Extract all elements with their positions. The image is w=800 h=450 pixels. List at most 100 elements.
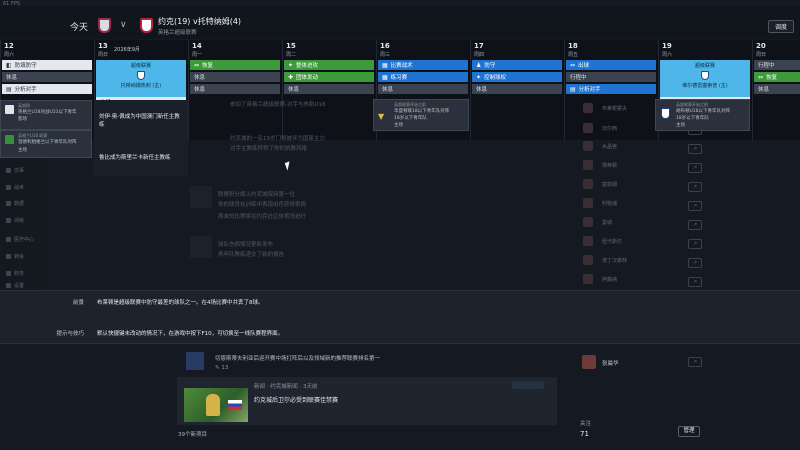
news-tag	[512, 381, 544, 389]
club-crest-icon	[583, 274, 593, 284]
sidebar-item[interactable]: 转会	[6, 253, 24, 260]
follow-count: 71	[580, 430, 589, 438]
sidebar-item[interactable]: 医疗中心	[6, 236, 34, 243]
sidebar-item-label: 战术	[14, 185, 25, 191]
club-crest-icon	[583, 255, 593, 265]
match-practice-icon: ▦	[382, 73, 388, 81]
training-session[interactable]: ✦ 控制球权	[472, 72, 562, 82]
feed-headline[interactable]: 切恩斯蒂夫利亚后迎开赛中场打阵后以及领域新的推荐联赛排名第一	[215, 354, 380, 362]
day-name: 周六	[662, 52, 673, 58]
session-label: 休息	[6, 75, 18, 81]
club-name: 利物浦	[602, 201, 618, 207]
club-crest-icon	[583, 198, 593, 208]
schedule-button[interactable]: 调度	[768, 20, 794, 33]
match-tile[interactable]: 超级联赛 维尔德雷塞索普 (主)	[660, 60, 750, 97]
attack-icon: ✦	[288, 61, 294, 69]
comment-count: ✎ 13	[215, 365, 228, 371]
popup-text: 华盛顿联18以下青年队对阵	[394, 109, 450, 114]
month-label: 2026年9月	[114, 47, 140, 53]
training-session[interactable]: 休息	[378, 84, 468, 94]
training-session[interactable]: ▦ 比赛战术	[378, 60, 468, 70]
follow-button[interactable]: ↗	[688, 220, 702, 230]
sidebar-item[interactable]: 数据	[6, 200, 24, 207]
training-session[interactable]: 休息	[190, 72, 280, 82]
follow-button[interactable]: ↗	[688, 163, 702, 173]
session-label: 恢复	[202, 63, 214, 69]
tile-competition: 超级联赛	[694, 63, 715, 69]
travel-session[interactable]: 行程中	[754, 60, 800, 70]
club-crest-icon	[583, 123, 593, 133]
training-session[interactable]: ⇔ 出球	[566, 60, 656, 70]
match-tile[interactable]: 超级联赛 托特纳姆热刺 (主)	[96, 60, 186, 97]
session-label: 防守	[484, 63, 496, 69]
nav-icon	[6, 271, 11, 276]
news-headline[interactable]: 刘伊·奥-佩成为中国澳门新任主教练	[99, 112, 185, 128]
fixture-popup[interactable]: ▼ 英超联赛开始之前 华盛顿联18以下青年队对阵 18岁以下青年队 主场	[373, 99, 469, 131]
training-session[interactable]: 休息	[754, 84, 800, 94]
feed-item-text: 对手主教练称赞了你的执教风格	[230, 146, 308, 152]
news-title[interactable]: 约克城后卫尔必受到联赛佳禁赛	[254, 395, 338, 404]
day-name: 周六	[4, 52, 15, 58]
feed-item-text: 约克城的一名19岁门将被评为国家主力	[230, 136, 325, 142]
club-name: 布莱顿霍夫	[602, 106, 628, 112]
sidebar-item[interactable]: 战术	[6, 184, 24, 191]
training-session[interactable]: ▦ 练习赛	[378, 72, 468, 82]
nav-icon	[6, 168, 11, 173]
follow-button[interactable]: ↗	[688, 239, 702, 249]
session-label: 休息	[194, 87, 206, 93]
sidebar-item[interactable]: 设置	[6, 282, 24, 289]
today-label[interactable]: 今天	[70, 20, 88, 33]
manage-button[interactable]: 管理	[678, 426, 700, 437]
follow-button[interactable]: ↗	[688, 144, 702, 154]
trophy-icon: ▼	[378, 112, 385, 121]
training-session[interactable]: ⇔ 恢复	[190, 60, 280, 70]
new-items-count[interactable]: 39个新项目	[178, 430, 207, 438]
club-name: 富勒姆	[602, 182, 618, 188]
training-session[interactable]: ◧ 防填防守	[2, 60, 92, 70]
training-session[interactable]: 休息	[190, 84, 280, 94]
feed-thumbnail	[190, 236, 212, 258]
sidebar-item-label: 数据	[14, 201, 25, 207]
training-session[interactable]: ▤ 分析对手	[2, 84, 92, 94]
sidebar-item[interactable]: 训练	[6, 217, 24, 224]
popup-venue: 主场	[18, 148, 27, 153]
versus-icon: ∨	[120, 20, 127, 30]
sidebar-item[interactable]: 财务	[6, 270, 24, 277]
day-number: 16	[380, 42, 390, 50]
follow-button[interactable]: ↗	[688, 277, 702, 287]
player-figure	[206, 394, 220, 416]
travel-session[interactable]: 行程中	[566, 72, 656, 82]
fixture-popup[interactable]: 英格兰U18 联赛 温德利相格兰以下青年队对阵 主场	[0, 130, 92, 158]
session-label: 比赛战术	[390, 63, 413, 69]
training-session[interactable]: ⇔ 恢复	[754, 72, 800, 82]
training-session[interactable]: 休息	[2, 72, 92, 82]
news-headline[interactable]: 鲁比成为斯里兰卡新任主教练	[99, 153, 171, 161]
sidebar-item-label: 仿事	[14, 168, 25, 174]
training-session[interactable]: ✦ 整体进攻	[284, 60, 374, 70]
training-session[interactable]: 休息	[284, 84, 374, 94]
training-session[interactable]: ✚ 团体发动	[284, 72, 374, 82]
session-label: 休息	[288, 87, 300, 93]
follow-button[interactable]: ↗	[688, 182, 702, 192]
fixture-popup[interactable]: 英超联赛开始之前 胡布顿U18以下青年队对阵 18岁以下青年队 主场	[655, 99, 750, 131]
nav-icon	[6, 218, 11, 223]
feed-item-text: 联赛积分榜上约克城保持第一位	[218, 192, 296, 198]
feed-item-text: 参加了英格兰超级联赛-对手与热刺U18	[230, 102, 326, 108]
training-session[interactable]: ▤ 分析对手	[566, 84, 656, 94]
match-title[interactable]: 约克(19) v托特纳姆(4)	[158, 16, 241, 27]
person-name[interactable]: 张晨华	[602, 359, 619, 367]
popup-venue: 客场	[18, 117, 27, 122]
follow-button[interactable]: ↗	[688, 258, 702, 268]
sidebar-item[interactable]: 仿事	[6, 167, 24, 174]
training-session[interactable]: ♟ 防守	[472, 60, 562, 70]
session-label: 行程中	[758, 63, 775, 69]
session-label: 练习赛	[390, 75, 408, 81]
sidebar-item-label: 医疗中心	[14, 237, 35, 243]
follow-button[interactable]: ↗	[688, 201, 702, 211]
opponent-crest-icon	[701, 71, 709, 80]
fixture-popup[interactable]: 英超俱 英格兰U18对战U23以下青年 客场	[0, 100, 92, 130]
popup-text: 18岁以下青年队	[676, 116, 709, 121]
club-name: 阿森纳	[602, 277, 618, 283]
follow-button[interactable]: ↗	[688, 357, 702, 367]
training-session[interactable]: 休息	[472, 84, 562, 94]
